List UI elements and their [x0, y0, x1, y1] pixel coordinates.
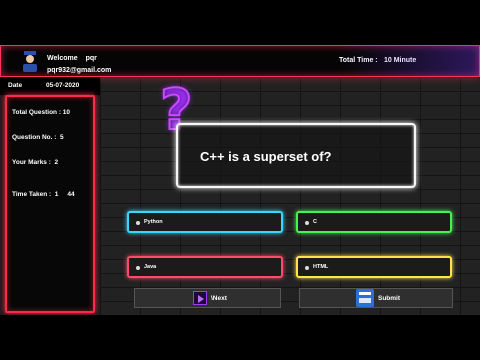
brick-wall-background: [100, 77, 480, 315]
marks-stat: Your Marks : 2: [12, 159, 59, 166]
radio-dot-icon: [305, 266, 309, 270]
option-label: Python: [144, 219, 163, 225]
play-icon: [193, 291, 207, 305]
radio-dot-icon: [136, 266, 140, 270]
header-bar: Welcome pqr pqr932@gmail.com Total Time :…: [0, 45, 480, 77]
date-row: Date 05-07-2020: [0, 77, 100, 95]
option-c[interactable]: Java: [127, 256, 283, 278]
option-d[interactable]: HTML: [296, 256, 452, 278]
stats-panel: Total Question : 10 Question No. : 5 You…: [5, 95, 95, 313]
option-label: Java: [144, 264, 157, 270]
question-number-stat: Question No. : 5: [12, 134, 64, 141]
option-b[interactable]: C: [296, 211, 452, 233]
user-email: pqr932@gmail.com: [47, 67, 112, 74]
submit-form-icon: [356, 289, 374, 307]
option-label: HTML: [313, 264, 329, 270]
option-label: C: [313, 219, 317, 225]
radio-dot-icon: [305, 221, 309, 225]
submit-button-label: Submit: [378, 295, 401, 302]
time-taken-seconds: 44: [67, 191, 75, 198]
date-value: 05-07-2020: [46, 82, 80, 89]
question-card: C++ is a superset of?: [176, 123, 416, 188]
total-time-value: 10 Minute: [384, 57, 417, 64]
welcome-label: Welcome: [47, 55, 78, 62]
date-label: Date: [8, 82, 23, 89]
time-taken-minutes: Time Taken : 1: [12, 191, 59, 198]
question-text: C++ is a superset of?: [200, 149, 332, 164]
time-taken-stat: Time Taken : 1 44: [12, 191, 75, 198]
user-name: pqr: [85, 55, 97, 62]
welcome-text: Welcome pqr: [47, 55, 97, 62]
radio-dot-icon: [136, 221, 140, 225]
total-time-label: Total Time :: [339, 57, 378, 64]
submit-button[interactable]: Submit: [299, 288, 453, 308]
option-a[interactable]: Python: [127, 211, 283, 233]
next-button[interactable]: \Next: [134, 288, 281, 308]
total-question-stat: Total Question : 10: [12, 109, 71, 116]
next-button-label: \Next: [211, 295, 227, 302]
user-avatar-icon: [23, 51, 37, 72]
